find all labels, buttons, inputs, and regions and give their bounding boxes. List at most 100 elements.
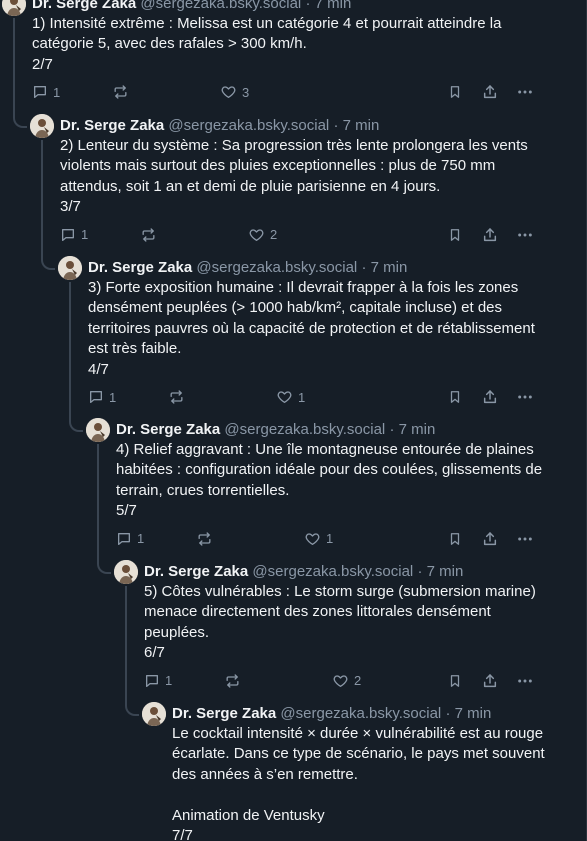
like-button[interactable]: 2 — [248, 225, 277, 245]
post-header: Dr. Serge Zaka @sergezaka.bsky.social · … — [60, 116, 379, 136]
reply-button[interactable]: 1 — [32, 82, 60, 102]
like-button[interactable]: 1 — [304, 529, 333, 549]
repost-button[interactable] — [168, 387, 185, 407]
avatar[interactable] — [2, 0, 26, 16]
thread-line — [97, 444, 99, 562]
separator-dot: · — [361, 259, 367, 276]
post-header: Dr. Serge Zaka @sergezaka.bsky.social · … — [144, 562, 463, 582]
bookmark-button[interactable] — [448, 529, 462, 549]
post-time[interactable]: 7 min — [343, 117, 380, 134]
share-icon — [482, 389, 498, 405]
author-name[interactable]: Dr. Serge Zaka — [172, 705, 276, 722]
like-button[interactable]: 3 — [220, 82, 249, 102]
more-button[interactable] — [516, 529, 534, 549]
thread-counter: 7/7 — [172, 827, 193, 841]
thread-counter: 2/7 — [32, 55, 53, 73]
reply-button[interactable]: 1 — [116, 529, 144, 549]
like-button[interactable]: 2 — [332, 671, 361, 691]
like-icon — [248, 227, 265, 243]
author-name[interactable]: Dr. Serge Zaka — [144, 563, 248, 580]
reply-button[interactable]: 1 — [60, 225, 88, 245]
separator-dot: · — [417, 563, 423, 580]
reply-button[interactable]: 1 — [144, 671, 172, 691]
bookmark-button[interactable] — [448, 82, 462, 102]
share-button[interactable] — [482, 529, 498, 549]
share-button[interactable] — [482, 225, 498, 245]
action-bar: 11 — [88, 387, 587, 407]
more-button[interactable] — [516, 671, 534, 691]
repost-icon — [168, 389, 185, 405]
post-text-line: territoires pauvres où la capacité de pr… — [88, 319, 535, 337]
post-time[interactable]: 7 min — [427, 563, 464, 580]
post-text-line: violents mais surtout des pluies excepti… — [60, 157, 496, 175]
repost-button[interactable] — [112, 82, 129, 102]
post-text-line: habitées : configuration idéale pour des… — [116, 461, 543, 479]
reply-icon — [116, 531, 132, 547]
post-text: 3) Forte exposition humaine : Il devrait… — [88, 278, 535, 380]
repost-icon — [140, 227, 157, 243]
repost-button[interactable] — [196, 529, 213, 549]
post-header: Dr. Serge Zaka @sergezaka.bsky.social · … — [32, 0, 351, 14]
thread-line-hook — [125, 700, 139, 716]
bookmark-button[interactable] — [448, 671, 462, 691]
avatar[interactable] — [114, 560, 138, 584]
post-text-line: terrain, crues torrentielles. — [116, 481, 290, 499]
author-handle[interactable]: @sergezaka.bsky.social — [140, 0, 301, 12]
author-handle[interactable]: @sergezaka.bsky.social — [280, 705, 441, 722]
count: 1 — [81, 227, 89, 243]
post-text-line: Animation de Ventusky — [172, 806, 325, 824]
more-icon — [516, 84, 534, 100]
author-name[interactable]: Dr. Serge Zaka — [88, 259, 192, 276]
action-bar: 11 — [116, 529, 587, 549]
share-icon — [482, 84, 498, 100]
post-text-line: 3) Forte exposition humaine : Il devrait… — [88, 279, 519, 296]
post-text: 4) Relief aggravant : Une île montagneus… — [116, 440, 542, 522]
share-button[interactable] — [482, 82, 498, 102]
more-button[interactable] — [516, 387, 534, 407]
post-text-line: 1) Intensité extrême : Melissa est un ca… — [32, 15, 502, 32]
avatar[interactable] — [30, 114, 54, 138]
author-handle[interactable]: @sergezaka.bsky.social — [224, 421, 385, 438]
share-button[interactable] — [482, 387, 498, 407]
author-handle[interactable]: @sergezaka.bsky.social — [252, 563, 413, 580]
repost-button[interactable] — [224, 671, 241, 691]
thread-counter: 5/7 — [116, 502, 137, 520]
post-time[interactable]: 7 min — [399, 421, 436, 438]
count: 2 — [354, 673, 362, 689]
repost-icon — [224, 673, 241, 689]
repost-icon — [196, 531, 213, 547]
share-button[interactable] — [482, 671, 498, 691]
post-header: Dr. Serge Zaka @sergezaka.bsky.social · … — [172, 704, 491, 724]
author-name[interactable]: Dr. Serge Zaka — [32, 0, 136, 12]
post-text-line: catégorie 5, avec des rafales > 300 km/h… — [32, 35, 307, 53]
author-handle[interactable]: @sergezaka.bsky.social — [168, 117, 329, 134]
count: 1 — [137, 531, 145, 547]
thread-line-hook — [97, 558, 111, 574]
post-time[interactable]: 7 min — [371, 259, 408, 276]
more-button[interactable] — [516, 82, 534, 102]
thread-line — [125, 586, 127, 704]
avatar[interactable] — [86, 418, 110, 442]
like-button[interactable]: 1 — [276, 387, 305, 407]
more-button[interactable] — [516, 225, 534, 245]
author-name[interactable]: Dr. Serge Zaka — [116, 421, 220, 438]
like-icon — [220, 84, 237, 100]
separator-dot: · — [389, 421, 395, 438]
post-header: Dr. Serge Zaka @sergezaka.bsky.social · … — [116, 420, 435, 440]
bookmark-button[interactable] — [448, 387, 462, 407]
reply-button[interactable]: 1 — [88, 387, 116, 407]
bookmark-icon — [448, 84, 462, 100]
post-time[interactable]: 7 min — [455, 705, 492, 722]
post-time[interactable]: 7 min — [315, 0, 352, 12]
repost-button[interactable] — [140, 225, 157, 245]
author-handle[interactable]: @sergezaka.bsky.social — [196, 259, 357, 276]
action-bar: 12 — [60, 225, 587, 245]
separator-dot: · — [333, 117, 339, 134]
bookmark-icon — [448, 227, 462, 243]
avatar[interactable] — [58, 256, 82, 280]
avatar[interactable] — [142, 702, 166, 726]
more-icon — [516, 673, 534, 689]
author-name[interactable]: Dr. Serge Zaka — [60, 117, 164, 134]
bookmark-button[interactable] — [448, 225, 462, 245]
more-icon — [516, 531, 534, 547]
